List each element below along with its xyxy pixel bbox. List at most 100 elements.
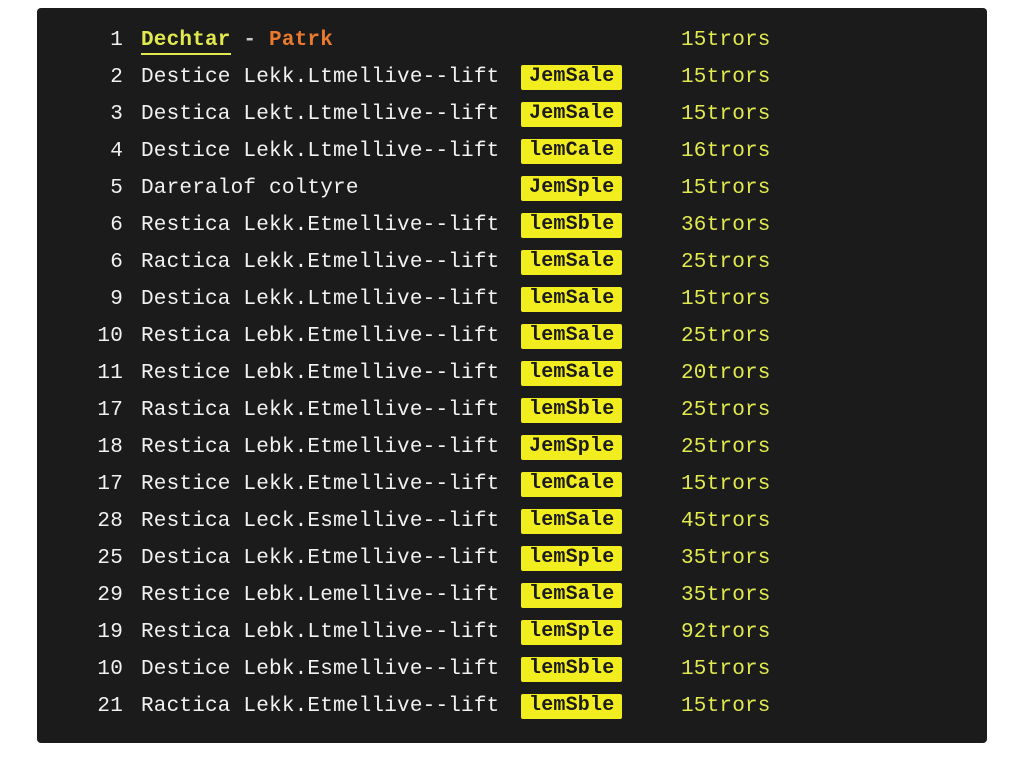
list-row[interactable]: 6Restica Lekk.Etmellive--liftlemSble36tr… [65, 207, 959, 244]
row-tag-cell: lemSale [521, 287, 651, 312]
row-duration: 15trors [651, 177, 821, 200]
row-duration: 35trors [651, 584, 821, 607]
row-tag[interactable]: lemSale [521, 287, 622, 312]
row-tag-cell: lemCale [521, 472, 651, 497]
row-number: 5 [65, 177, 141, 200]
row-title: Dareralof coltyre [141, 177, 521, 200]
row-tag-cell: JemSale [521, 65, 651, 90]
row-number: 21 [65, 695, 141, 718]
row-number: 29 [65, 584, 141, 607]
list-row[interactable]: 19Restica Lebk.Ltmellive--liftlemSple 92t… [65, 614, 959, 651]
row-title: Destice Lekk.Ltmellive--lift [141, 66, 521, 89]
row-duration: 16trors [651, 140, 821, 163]
list-row[interactable]: 3Destica Lekt.Ltmellive--liftJemSale15tr… [65, 96, 959, 133]
row-tag[interactable]: lemCale [521, 139, 622, 164]
row-title: Rastica Lekk.Etmellive--lift [141, 399, 521, 422]
header-artist: Dechtar [141, 29, 231, 55]
row-tag[interactable]: JemSple [521, 176, 622, 201]
row-tag[interactable]: lemSale [521, 583, 622, 608]
row-title: Destica Lekt.Ltmellive--lift [141, 103, 521, 126]
row-number: 4 [65, 140, 141, 163]
row-duration: 20trors [651, 362, 821, 385]
header-separator: - [231, 29, 269, 52]
row-tag-cell: lemSble [521, 694, 651, 719]
row-tag-cell: lemSale [521, 324, 651, 349]
row-tag[interactable]: JemSple [521, 435, 622, 460]
row-tag-cell: lemSple [521, 546, 651, 571]
row-tag-cell: lemSple [521, 620, 651, 645]
row-number: 3 [65, 103, 141, 126]
row-number: 11 [65, 362, 141, 385]
row-number: 9 [65, 288, 141, 311]
list-row[interactable]: 17Rastica Lekk.Etmellive--liftlemSble 25t… [65, 392, 959, 429]
row-number: 17 [65, 399, 141, 422]
row-title: Dechtar - Patrk [141, 29, 521, 52]
row-title: Restice Lebk.Lemellive--lift [141, 584, 521, 607]
row-tag-cell: lemSale [521, 583, 651, 608]
list-row[interactable]: 9Destica Lekk.Ltmellive--liftlemSale 15tr… [65, 281, 959, 318]
row-tag[interactable]: lemSple [521, 620, 622, 645]
row-tag[interactable]: lemSale [521, 324, 622, 349]
row-duration: 25trors [651, 399, 821, 422]
row-title: Restice Lekk.Etmellive--lift [141, 473, 521, 496]
row-tag-cell: lemSale [521, 361, 651, 386]
row-duration: 25trors [651, 251, 821, 274]
row-tag-cell: lemSble [521, 398, 651, 423]
row-tag-cell: lemSale [521, 509, 651, 534]
list-row[interactable]: 28Restica Leck.Esmellive--liftlemSale 45t… [65, 503, 959, 540]
row-title: Destice Lebk.Esmellive--lift [141, 658, 521, 681]
row-duration: 15trors [651, 473, 821, 496]
list-row[interactable]: 18Restica Lebk.Etmellive--liftJemSple25t… [65, 429, 959, 466]
row-tag[interactable]: lemSale [521, 250, 622, 275]
row-title: Destica Lekk.Etmellive--lift [141, 547, 521, 570]
row-tag[interactable]: lemCale [521, 472, 622, 497]
row-number: 2 [65, 66, 141, 89]
row-title: Restica Leck.Esmellive--lift [141, 510, 521, 533]
row-tag-cell: JemSple [521, 435, 651, 460]
row-title: Restica Lebk.Ltmellive--lift [141, 621, 521, 644]
list-row[interactable]: 17Restice Lekk.Etmellive--liftlemCale 15t… [65, 466, 959, 503]
row-duration: 92trors [651, 621, 821, 644]
list-row[interactable]: 5Dareralof coltyreJemSple 15trors [65, 170, 959, 207]
row-number: 25 [65, 547, 141, 570]
row-duration: 35trors [651, 547, 821, 570]
list-row[interactable]: 29Restice Lebk.Lemellive--liftlemSale 35t… [65, 577, 959, 614]
list-row[interactable]: 21Ractica Lekk.Etmellive--liftlemSble15t… [65, 688, 959, 725]
row-tag[interactable]: lemSble [521, 398, 622, 423]
row-duration: 45trors [651, 510, 821, 533]
row-title: Ractica Lekk.Etmellive--lift [141, 695, 521, 718]
row-tag[interactable]: JemSale [521, 65, 622, 90]
list-row[interactable]: 2Destice Lekk.Ltmellive--liftJemSale15tr… [65, 59, 959, 96]
row-tag[interactable]: lemSble [521, 213, 622, 238]
list-row[interactable]: 11Restice Lebk.Etmellive--liftlemSale 20t… [65, 355, 959, 392]
rows-container: 2Destice Lekk.Ltmellive--liftJemSale 15tr… [65, 59, 959, 725]
row-number: 17 [65, 473, 141, 496]
row-tag[interactable]: lemSble [521, 657, 622, 682]
row-title: Restice Lebk.Etmellive--lift [141, 362, 521, 385]
row-tag[interactable]: JemSale [521, 102, 622, 127]
row-title: Restica Lekk.Etmellive--lift [141, 214, 521, 237]
row-number: 1 [65, 29, 141, 52]
list-row[interactable]: 10Restica Lebk.Etmellive--liftlemSale25t… [65, 318, 959, 355]
row-title: Restica Lebk.Etmellive--lift [141, 325, 521, 348]
row-title: Destica Lekk.Ltmellive--lift [141, 288, 521, 311]
row-title: Restica Lebk.Etmellive--lift [141, 436, 521, 459]
row-tag[interactable]: lemSble [521, 694, 622, 719]
list-row[interactable]: 6Ractica Lekk.Etmellive--liftlemSale25tr… [65, 244, 959, 281]
row-tag-cell: lemSble [521, 657, 651, 682]
row-duration: 15trors [651, 658, 821, 681]
row-number: 6 [65, 214, 141, 237]
row-number: 19 [65, 621, 141, 644]
row-number: 28 [65, 510, 141, 533]
row-duration: 15trors [651, 29, 821, 52]
listing-panel: 1 Dechtar - Patrk 15trors 2Destice Lekk.… [37, 8, 987, 743]
row-tag[interactable]: lemSale [521, 509, 622, 534]
list-row[interactable]: 4Destice Lekk.Ltmellive--liftlemCale16tr… [65, 133, 959, 170]
row-duration: 15trors [651, 288, 821, 311]
row-tag-cell: lemCale [521, 139, 651, 164]
list-row[interactable]: 25Destica Lekk.Etmellive--liftlemSple 35t… [65, 540, 959, 577]
row-tag[interactable]: lemSale [521, 361, 622, 386]
row-tag[interactable]: lemSple [521, 546, 622, 571]
header-row[interactable]: 1 Dechtar - Patrk 15trors [65, 22, 959, 59]
list-row[interactable]: 10Destice Lebk.Esmellive--liftlemSble15t… [65, 651, 959, 688]
